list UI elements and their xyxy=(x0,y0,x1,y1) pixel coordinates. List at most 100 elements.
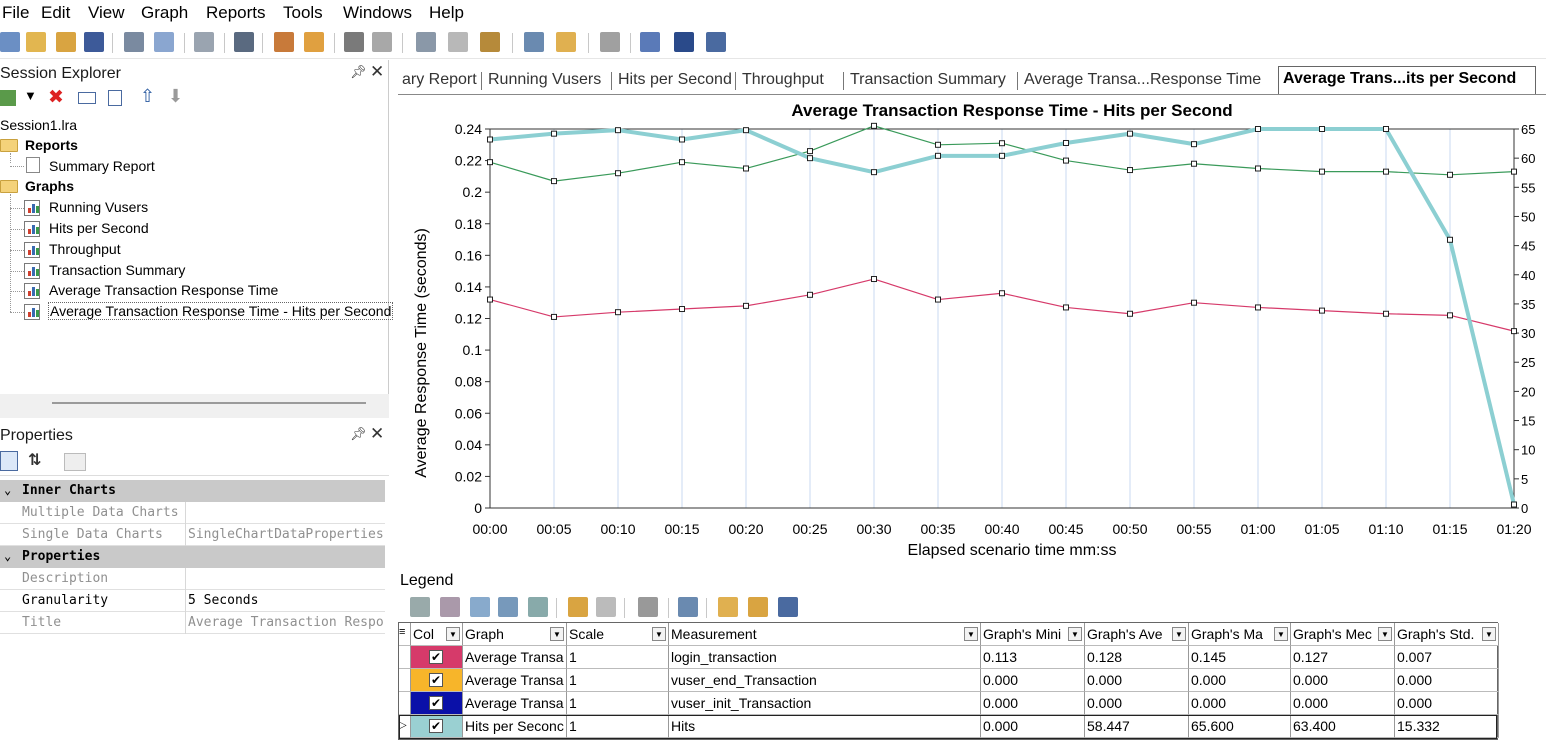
hide-icon[interactable] xyxy=(440,597,460,617)
redo-icon[interactable] xyxy=(372,32,392,52)
data-point[interactable] xyxy=(1319,307,1325,314)
series-visible-checkbox[interactable]: ✔ xyxy=(429,719,443,733)
data-point[interactable] xyxy=(1383,310,1389,317)
column-header[interactable]: Scale ▼ xyxy=(567,623,669,646)
menu-file[interactable]: File xyxy=(0,3,31,23)
data-point[interactable] xyxy=(807,148,813,155)
column-filter-dropdown-icon[interactable]: ▼ xyxy=(964,627,978,641)
column-filter-dropdown-icon[interactable]: ▼ xyxy=(550,627,564,641)
filter-icon[interactable] xyxy=(234,32,254,52)
data-point[interactable] xyxy=(615,127,621,134)
column-header[interactable]: Measurement ▼ xyxy=(669,623,981,646)
pin-icon[interactable]: 📌︎ xyxy=(350,426,367,442)
tree-graphs[interactable]: Graphs xyxy=(25,178,74,194)
data-point[interactable] xyxy=(1063,157,1069,164)
tree-reports[interactable]: Reports xyxy=(25,137,78,153)
data-point[interactable] xyxy=(871,122,877,129)
move-up-icon[interactable]: ⇧ xyxy=(140,86,155,107)
legend-filter-icon[interactable] xyxy=(528,597,548,617)
property-pages-icon[interactable] xyxy=(64,453,86,471)
sort-alpha-icon[interactable]: ⇅ xyxy=(28,450,41,470)
grid-view-icon[interactable] xyxy=(778,597,798,617)
data-point[interactable] xyxy=(1255,126,1261,132)
correlate-icon[interactable] xyxy=(556,32,576,52)
column-header[interactable]: Graph's Ave ▼ xyxy=(1085,623,1189,646)
series-visible-checkbox[interactable]: ✔ xyxy=(429,673,443,687)
data-point[interactable] xyxy=(935,296,941,303)
row-selector[interactable]: ▷ xyxy=(399,715,411,738)
tab-1[interactable]: Running Vusers xyxy=(484,68,610,94)
menu-graph[interactable]: Graph xyxy=(139,3,190,23)
grid-corner-icon[interactable]: ≡ xyxy=(399,623,411,646)
column-filter-dropdown-icon[interactable]: ▼ xyxy=(1068,627,1082,641)
generate-icon[interactable] xyxy=(56,32,76,52)
new-session-icon[interactable] xyxy=(0,32,20,52)
move-down-icon[interactable]: ⬇ xyxy=(168,86,183,107)
data-point[interactable] xyxy=(1127,130,1133,137)
data-point[interactable] xyxy=(871,276,877,283)
export-legend-icon[interactable] xyxy=(638,597,658,617)
undo-icon[interactable] xyxy=(344,32,364,52)
tree-item-hits-per-second[interactable]: Hits per Second xyxy=(49,220,149,236)
menu-edit[interactable]: Edit xyxy=(39,3,72,23)
legend-row-color[interactable]: ✔ xyxy=(411,669,463,692)
tab-5[interactable]: Average Transa...Response Time xyxy=(1020,68,1270,94)
duplicate-icon[interactable] xyxy=(108,90,122,106)
column-header[interactable]: Graph's Mini ▼ xyxy=(981,623,1085,646)
property-value[interactable]: Average Transaction Respo xyxy=(188,615,384,630)
data-point[interactable] xyxy=(1063,304,1069,311)
data-point[interactable] xyxy=(935,152,941,159)
tab-3[interactable]: Throughput xyxy=(738,68,842,94)
property-category[interactable]: ⌄ Properties xyxy=(0,546,385,568)
tree-root[interactable]: Session1.lra xyxy=(0,117,77,133)
report-icon[interactable] xyxy=(600,32,620,52)
filter-graph-icon[interactable] xyxy=(416,32,436,52)
row-selector[interactable] xyxy=(399,692,411,715)
series-visible-checkbox[interactable]: ✔ xyxy=(429,696,443,710)
collapse-chevron-icon[interactable]: ⌄ xyxy=(4,549,11,563)
column-header[interactable]: Graph's Ma ▼ xyxy=(1189,623,1291,646)
column-header[interactable]: Col ▼ xyxy=(411,623,463,646)
menu-view[interactable]: View xyxy=(86,3,127,23)
delete-icon[interactable]: ✖ xyxy=(48,86,64,109)
data-point[interactable] xyxy=(807,291,813,298)
link-icon[interactable] xyxy=(498,597,518,617)
collapse-chevron-icon[interactable]: ⌄ xyxy=(4,483,11,497)
html-report-icon[interactable] xyxy=(706,32,726,52)
group-icon[interactable] xyxy=(718,597,738,617)
close-icon[interactable]: ✕ xyxy=(370,62,384,82)
data-point[interactable] xyxy=(1447,236,1453,243)
tree-item-running-vusers[interactable]: Running Vusers xyxy=(49,199,148,215)
data-point[interactable] xyxy=(999,152,1005,159)
bar-chart-icon[interactable] xyxy=(480,32,500,52)
column-filter-dropdown-icon[interactable]: ▼ xyxy=(652,627,666,641)
print-preview-icon[interactable] xyxy=(154,32,174,52)
data-point[interactable] xyxy=(1319,168,1325,175)
data-point[interactable] xyxy=(679,136,685,143)
tree-item-summary-report[interactable]: Summary Report xyxy=(49,158,155,174)
data-point[interactable] xyxy=(679,306,685,313)
legend-row-color[interactable]: ✔ xyxy=(411,692,463,715)
column-filter-dropdown-icon[interactable]: ▼ xyxy=(1378,627,1392,641)
property-row[interactable]: Multiple Data Charts xyxy=(0,502,385,524)
data-point[interactable] xyxy=(999,140,1005,147)
data-point[interactable] xyxy=(487,136,493,143)
data-point[interactable] xyxy=(807,155,813,162)
data-point[interactable] xyxy=(487,159,493,166)
data-point[interactable] xyxy=(871,169,877,176)
menu-help[interactable]: Help xyxy=(427,3,466,23)
column-header[interactable]: Graph's Mec ▼ xyxy=(1291,623,1395,646)
data-point[interactable] xyxy=(1319,126,1325,132)
data-point[interactable] xyxy=(1255,165,1261,172)
data-point[interactable] xyxy=(1191,141,1197,148)
data-point[interactable] xyxy=(615,170,621,177)
data-point[interactable] xyxy=(1383,168,1389,175)
export-icon[interactable] xyxy=(674,32,694,52)
data-point[interactable] xyxy=(999,290,1005,297)
menu-reports[interactable]: Reports xyxy=(204,3,268,23)
data-point[interactable] xyxy=(1511,501,1517,508)
properties-icon[interactable] xyxy=(596,597,616,617)
panel-splitter[interactable] xyxy=(0,394,389,418)
save-icon[interactable] xyxy=(84,32,104,52)
data-point[interactable] xyxy=(1447,171,1453,178)
